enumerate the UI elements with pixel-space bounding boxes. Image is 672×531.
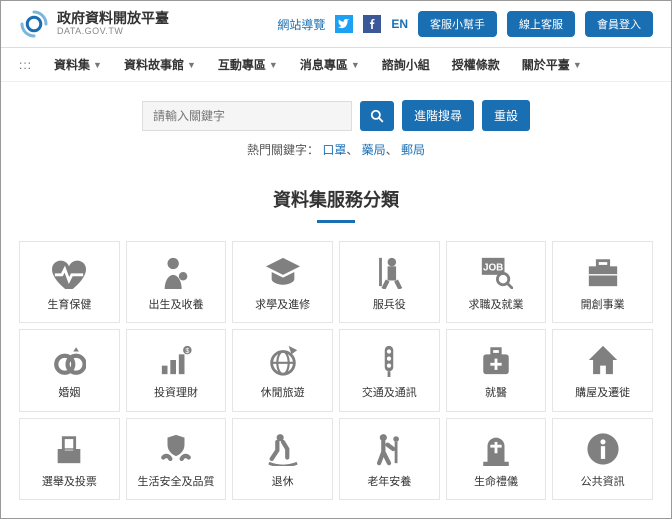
logo-icon — [19, 9, 49, 39]
online-service-button[interactable]: 線上客服 — [507, 11, 575, 37]
category-label: 求職及就業 — [468, 298, 523, 312]
elderly-icon — [371, 431, 407, 467]
hot-keyword[interactable]: 郵局 — [401, 143, 425, 157]
nav-menu-icon[interactable]: ::: — [19, 58, 32, 72]
category-card[interactable]: 生命禮儀 — [446, 418, 547, 500]
nav-item-3[interactable]: 消息專區▼ — [300, 56, 360, 73]
nav-item-2[interactable]: 互動專區▼ — [218, 56, 278, 73]
chevron-down-icon: ▼ — [187, 60, 196, 70]
header-bar: 政府資料開放平臺 DATA.GOV.TW 網站導覽 EN 客服小幫手 線上客服 … — [1, 1, 671, 48]
hands-shield-icon — [158, 431, 194, 467]
soldier-icon — [371, 254, 407, 290]
category-label: 求學及進修 — [255, 298, 310, 312]
category-label: 退休 — [272, 475, 294, 489]
sitemap-link[interactable]: 網站導覽 — [277, 16, 325, 33]
category-card[interactable]: 選舉及投票 — [19, 418, 120, 500]
category-card[interactable]: 公共資訊 — [552, 418, 653, 500]
chevron-down-icon: ▼ — [351, 60, 360, 70]
category-label: 服兵役 — [373, 298, 406, 312]
svg-text:$: $ — [185, 347, 189, 355]
search-icon — [370, 109, 384, 123]
category-card[interactable]: 開創事業 — [552, 241, 653, 323]
search-area: 進階搜尋 重設 熱門關鍵字： 口罩、 藥局、 郵局 — [1, 82, 671, 172]
rocking-chair-icon — [265, 431, 301, 467]
category-label: 交通及通訊 — [362, 386, 417, 400]
chart-money-icon: $ — [158, 342, 194, 378]
category-card[interactable]: JOB 求職及就業 — [446, 241, 547, 323]
svg-text:JOB: JOB — [483, 263, 503, 274]
category-card[interactable]: 出生及收養 — [126, 241, 227, 323]
briefcase-icon — [585, 254, 621, 290]
category-label: 生育保健 — [47, 298, 91, 312]
category-card[interactable]: 生活安全及品質 — [126, 418, 227, 500]
reset-button[interactable]: 重設 — [482, 100, 530, 131]
category-card[interactable]: $ 投資理財 — [126, 329, 227, 411]
title-underline — [317, 220, 355, 223]
site-logo[interactable]: 政府資料開放平臺 DATA.GOV.TW — [19, 9, 169, 39]
info-icon — [585, 431, 621, 467]
nav-item-6[interactable]: 關於平臺▼ — [522, 56, 582, 73]
search-input[interactable] — [142, 101, 352, 131]
category-card[interactable]: 就醫 — [446, 329, 547, 411]
category-card[interactable]: 服兵役 — [339, 241, 440, 323]
medical-kit-icon — [478, 342, 514, 378]
help-button[interactable]: 客服小幫手 — [418, 11, 497, 37]
ballot-icon — [51, 431, 87, 467]
category-label: 購屋及遷徙 — [575, 386, 630, 400]
category-label: 公共資訊 — [581, 475, 625, 489]
category-label: 婚姻 — [58, 386, 80, 400]
category-label: 出生及收養 — [148, 298, 203, 312]
category-card[interactable]: 休閒旅遊 — [232, 329, 333, 411]
hot-keyword[interactable]: 藥局 — [362, 143, 386, 157]
site-title: 政府資料開放平臺 — [57, 11, 169, 26]
mother-child-icon — [158, 254, 194, 290]
chevron-down-icon: ▼ — [93, 60, 102, 70]
facebook-icon[interactable] — [363, 15, 381, 33]
chevron-down-icon: ▼ — [573, 60, 582, 70]
hot-keywords: 熱門關鍵字： 口罩、 藥局、 郵局 — [1, 141, 671, 158]
advanced-search-button[interactable]: 進階搜尋 — [402, 100, 474, 131]
nav-item-1[interactable]: 資料故事館▼ — [124, 56, 196, 73]
traffic-light-icon — [371, 342, 407, 378]
tombstone-icon — [478, 431, 514, 467]
nav-item-4[interactable]: 諮詢小組 — [382, 56, 430, 73]
graduation-icon — [265, 254, 301, 290]
hot-keyword[interactable]: 口罩 — [322, 143, 346, 157]
category-card[interactable]: 購屋及遷徙 — [552, 329, 653, 411]
category-label: 選舉及投票 — [42, 475, 97, 489]
category-card[interactable]: 交通及通訊 — [339, 329, 440, 411]
category-label: 老年安養 — [367, 475, 411, 489]
category-label: 休閒旅遊 — [261, 386, 305, 400]
category-card[interactable]: 老年安養 — [339, 418, 440, 500]
house-icon — [585, 342, 621, 378]
rings-icon — [51, 342, 87, 378]
chevron-down-icon: ▼ — [269, 60, 278, 70]
job-search-icon: JOB — [478, 254, 514, 290]
category-card[interactable]: 退休 — [232, 418, 333, 500]
search-button[interactable] — [360, 101, 394, 131]
category-label: 生命禮儀 — [474, 475, 518, 489]
section-title: 資料集服務分類 — [1, 186, 671, 212]
language-toggle[interactable]: EN — [391, 17, 408, 31]
twitter-icon[interactable] — [335, 15, 353, 33]
category-label: 生活安全及品質 — [137, 475, 214, 489]
category-label: 開創事業 — [581, 298, 625, 312]
section-header: 資料集服務分類 — [1, 172, 671, 227]
nav-item-5[interactable]: 授權條款 — [452, 56, 500, 73]
main-nav: ::: 資料集▼ 資料故事館▼ 互動專區▼ 消息專區▼ 諮詢小組 授權條款 關於平臺▼ — [1, 48, 671, 82]
site-subtitle: DATA.GOV.TW — [57, 27, 169, 37]
category-grid: 生育保健 出生及收養 求學及進修 服兵役 JOB 求職及就業 開創事業婚姻 $ 投資理財 休閒旅遊… — [1, 227, 671, 518]
category-card[interactable]: 生育保健 — [19, 241, 120, 323]
category-label: 投資理財 — [154, 386, 198, 400]
category-card[interactable]: 求學及進修 — [232, 241, 333, 323]
globe-plane-icon — [265, 342, 301, 378]
category-label: 就醫 — [485, 386, 507, 400]
heart-pulse-icon — [51, 254, 87, 290]
category-card[interactable]: 婚姻 — [19, 329, 120, 411]
login-button[interactable]: 會員登入 — [585, 11, 653, 37]
nav-item-0[interactable]: 資料集▼ — [54, 56, 102, 73]
hot-label: 熱門關鍵字： — [247, 143, 319, 157]
